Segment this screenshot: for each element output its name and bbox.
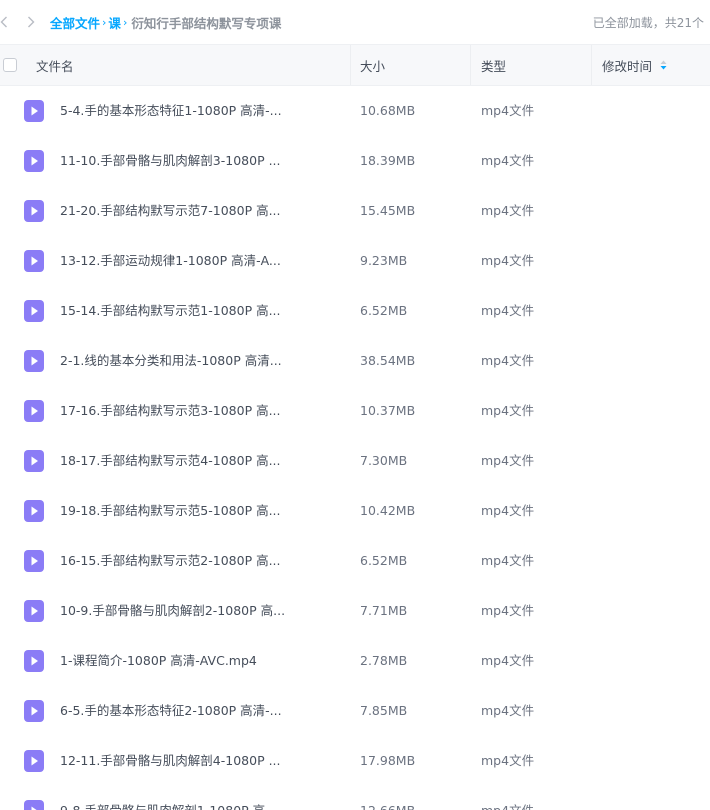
file-name[interactable]: 2-1.线的基本分类和用法-1080P 高清... — [60, 336, 282, 386]
file-size: 6.52MB — [360, 553, 408, 568]
select-all-checkbox[interactable] — [3, 58, 17, 72]
breadcrumb-bar: 全部文件 › 课 › 衍知行手部结构默写专项课 已全部加载，共21个 — [0, 0, 710, 44]
file-name[interactable]: 13-12.手部运动规律1-1080P 高清-A... — [60, 236, 281, 286]
file-type: mp4文件 — [481, 253, 535, 268]
file-type: mp4文件 — [481, 453, 535, 468]
forward-button[interactable] — [24, 0, 38, 44]
file-row[interactable]: 9-8.手部骨骼与肌肉解剖1-1080P 高... 12.66MB mp4文件 — [0, 786, 710, 810]
file-name[interactable]: 1-课程简介-1080P 高清-AVC.mp4 — [60, 636, 257, 686]
table-header: 文件名 大小 类型 修改时间 — [0, 44, 710, 86]
file-size: 15.45MB — [360, 203, 416, 218]
video-file-icon — [24, 700, 44, 722]
file-size: 7.85MB — [360, 703, 408, 718]
file-type: mp4文件 — [481, 786, 534, 810]
sort-icon[interactable] — [660, 60, 667, 70]
file-row[interactable]: 5-4.手的基本形态特征1-1080P 高清-... 10.68MB mp4文件 — [0, 86, 710, 136]
video-file-icon — [24, 350, 44, 372]
file-name[interactable]: 16-15.手部结构默写示范2-1080P 高... — [60, 536, 281, 586]
file-type: mp4文件 — [481, 303, 535, 318]
video-file-icon — [24, 200, 44, 222]
video-file-icon — [24, 300, 44, 322]
column-divider[interactable] — [470, 45, 471, 85]
file-name[interactable]: 21-20.手部结构默写示范7-1080P 高... — [60, 186, 281, 236]
file-type: mp4文件 — [481, 653, 535, 668]
video-file-icon — [24, 500, 44, 522]
column-divider[interactable] — [350, 45, 351, 85]
video-file-icon — [24, 400, 44, 422]
file-row[interactable]: 19-18.手部结构默写示范5-1080P 高... 10.42MB mp4文件 — [0, 486, 710, 536]
file-row[interactable]: 17-16.手部结构默写示范3-1080P 高... 10.37MB mp4文件 — [0, 386, 710, 436]
breadcrumb-current: 衍知行手部结构默写专项课 — [131, 15, 282, 31]
file-type: mp4文件 — [481, 603, 535, 618]
file-size: 12.66MB — [360, 786, 415, 810]
file-name[interactable]: 17-16.手部结构默写示范3-1080P 高... — [60, 386, 281, 436]
file-type: mp4文件 — [481, 353, 535, 368]
file-row[interactable]: 16-15.手部结构默写示范2-1080P 高... 6.52MB mp4文件 — [0, 536, 710, 586]
file-name[interactable]: 19-18.手部结构默写示范5-1080P 高... — [60, 486, 281, 536]
file-size: 10.42MB — [360, 503, 416, 518]
file-row[interactable]: 2-1.线的基本分类和用法-1080P 高清... 38.54MB mp4文件 — [0, 336, 710, 386]
file-name[interactable]: 10-9.手部骨骼与肌肉解剖2-1080P 高... — [60, 586, 285, 636]
file-name[interactable]: 11-10.手部骨骼与肌肉解剖3-1080P ... — [60, 136, 281, 186]
video-file-icon — [24, 450, 44, 472]
file-size: 9.23MB — [360, 253, 408, 268]
file-type: mp4文件 — [481, 703, 535, 718]
column-header-name[interactable]: 文件名 — [36, 45, 74, 85]
file-size: 2.78MB — [360, 653, 408, 668]
file-row[interactable]: 21-20.手部结构默写示范7-1080P 高... 15.45MB mp4文件 — [0, 186, 710, 236]
breadcrumb-separator-icon: › — [102, 15, 107, 29]
file-name[interactable]: 15-14.手部结构默写示范1-1080P 高... — [60, 286, 281, 336]
file-type: mp4文件 — [481, 203, 535, 218]
breadcrumb-parent[interactable]: 课 — [108, 13, 121, 32]
chevron-left-icon — [0, 16, 7, 28]
file-size: 6.52MB — [360, 303, 408, 318]
video-file-icon — [24, 100, 44, 122]
breadcrumb: 全部文件 › 课 › 衍知行手部结构默写专项课 — [50, 0, 281, 44]
file-row[interactable]: 15-14.手部结构默写示范1-1080P 高... 6.52MB mp4文件 — [0, 286, 710, 336]
file-name[interactable]: 12-11.手部骨骼与肌肉解剖4-1080P ... — [60, 736, 281, 786]
column-header-type[interactable]: 类型 — [481, 45, 506, 85]
file-name[interactable]: 18-17.手部结构默写示范4-1080P 高... — [60, 436, 281, 486]
file-name[interactable]: 5-4.手的基本形态特征1-1080P 高清-... — [60, 86, 282, 136]
file-name[interactable]: 9-8.手部骨骼与肌肉解剖1-1080P 高... — [60, 786, 277, 810]
breadcrumb-root[interactable]: 全部文件 — [50, 13, 100, 32]
file-row[interactable]: 11-10.手部骨骼与肌肉解剖3-1080P ... 18.39MB mp4文件 — [0, 136, 710, 186]
file-type: mp4文件 — [481, 153, 535, 168]
file-type: mp4文件 — [481, 503, 535, 518]
video-file-icon — [24, 550, 44, 572]
file-size: 7.71MB — [360, 603, 408, 618]
file-name[interactable]: 6-5.手的基本形态特征2-1080P 高清-... — [60, 686, 282, 736]
video-file-icon — [24, 650, 44, 672]
back-button[interactable] — [0, 0, 11, 44]
video-file-icon — [24, 250, 44, 272]
file-browser: 全部文件 › 课 › 衍知行手部结构默写专项课 已全部加载，共21个 文件名 大… — [0, 0, 710, 810]
column-header-modified[interactable]: 修改时间 — [602, 45, 667, 85]
load-status: 已全部加载，共21个 — [592, 15, 704, 30]
file-type: mp4文件 — [481, 753, 535, 768]
file-type: mp4文件 — [481, 553, 535, 568]
video-file-icon — [24, 750, 44, 772]
file-row[interactable]: 6-5.手的基本形态特征2-1080P 高清-... 7.85MB mp4文件 — [0, 686, 710, 736]
column-header-size[interactable]: 大小 — [360, 45, 385, 85]
column-header-modified-label: 修改时间 — [602, 58, 653, 74]
file-size: 18.39MB — [360, 153, 416, 168]
video-file-icon — [24, 800, 44, 810]
file-size: 10.68MB — [360, 103, 416, 118]
file-row[interactable]: 13-12.手部运动规律1-1080P 高清-A... 9.23MB mp4文件 — [0, 236, 710, 286]
file-type: mp4文件 — [481, 103, 535, 118]
video-file-icon — [24, 150, 44, 172]
column-divider[interactable] — [591, 45, 592, 85]
file-type: mp4文件 — [481, 403, 535, 418]
chevron-right-icon — [28, 16, 35, 28]
file-size: 17.98MB — [360, 753, 416, 768]
file-size: 10.37MB — [360, 403, 416, 418]
file-row[interactable]: 10-9.手部骨骼与肌肉解剖2-1080P 高... 7.71MB mp4文件 — [0, 586, 710, 636]
file-size: 7.30MB — [360, 453, 408, 468]
file-size: 38.54MB — [360, 353, 416, 368]
file-row[interactable]: 12-11.手部骨骼与肌肉解剖4-1080P ... 17.98MB mp4文件 — [0, 736, 710, 786]
file-row[interactable]: 18-17.手部结构默写示范4-1080P 高... 7.30MB mp4文件 — [0, 436, 710, 486]
breadcrumb-separator-icon: › — [122, 15, 128, 29]
video-file-icon — [24, 600, 44, 622]
file-row[interactable]: 1-课程简介-1080P 高清-AVC.mp4 2.78MB mp4文件 — [0, 636, 710, 686]
